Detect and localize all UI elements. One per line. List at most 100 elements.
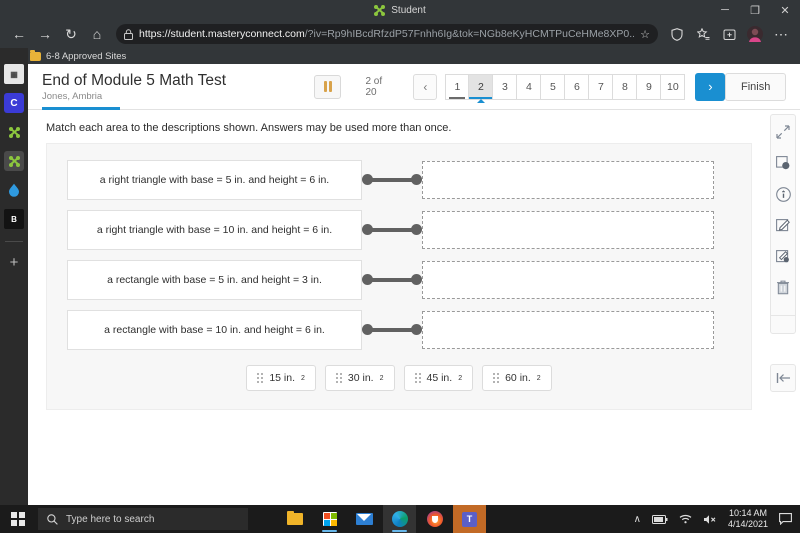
page-number-9[interactable]: 9 [637, 73, 662, 100]
search-placeholder: Type here to search [66, 513, 155, 525]
masteryconnect-active-icon[interactable] [4, 151, 24, 171]
volume-muted-icon[interactable] [703, 514, 717, 525]
connector-dot-right [411, 174, 422, 185]
edge-icon[interactable] [383, 505, 416, 533]
question-prompt: Match each area to the descriptions show… [46, 122, 452, 134]
home-icon[interactable]: ⌂ [84, 21, 110, 47]
file-explorer-icon[interactable] [278, 505, 311, 533]
match-item-2[interactable]: a right triangle with base = 10 in. and … [67, 210, 362, 250]
answer-token-3-label: 45 in. [426, 372, 453, 384]
clock[interactable]: 10:14 AM 4/14/2021 [728, 508, 768, 530]
windows-taskbar: Type here to search T ∧ 10:14 AM 4/14/20… [0, 505, 800, 533]
highlighter-icon[interactable] [774, 247, 792, 265]
answer-token-3[interactable]: 45 in. 2 [403, 365, 474, 391]
answer-token-4[interactable]: 60 in. 2 [482, 365, 552, 391]
page-number-6[interactable]: 6 [565, 73, 590, 100]
notes-edit-icon[interactable] [774, 216, 792, 234]
search-input[interactable]: Type here to search [38, 508, 248, 530]
fullscreen-expand-icon[interactable] [774, 123, 792, 141]
url-path: /?iv=Rp9hIBcdRfzdP57Fnhh6Ig&tok=NGb8eKyH… [304, 28, 635, 40]
answer-token-1[interactable]: 15 in. 2 [246, 365, 316, 391]
reload-icon[interactable]: ↻ [58, 21, 84, 47]
drop-zone-2[interactable] [422, 211, 714, 249]
match-item-1[interactable]: a right triangle with base = 5 in. and h… [67, 160, 362, 200]
connector-bar [367, 278, 417, 282]
match-item-4[interactable]: a rectangle with base = 10 in. and heigh… [67, 310, 362, 350]
info-circle-icon[interactable] [774, 185, 792, 203]
page-content: End of Module 5 Math Test Jones, Ambria … [28, 64, 800, 505]
tool-rail-divider [771, 315, 795, 316]
connector-line-3 [362, 274, 422, 286]
page-number-7[interactable]: 7 [589, 73, 614, 100]
browser-tab[interactable]: Student [0, 0, 800, 20]
title-block: End of Module 5 Math Test Jones, Ambria [42, 72, 298, 102]
masteryconnect-icon[interactable] [4, 122, 24, 142]
connector-line-2 [362, 224, 422, 236]
url-text: https://student.masteryconnect.com/?iv=R… [139, 28, 634, 40]
firefox-icon[interactable] [418, 505, 451, 533]
pause-button[interactable] [314, 74, 342, 99]
answer-token-4-label: 60 in. [505, 372, 531, 384]
minimize-button[interactable]: ─ [710, 0, 740, 20]
connector-line-4 [362, 324, 422, 336]
collections-icon[interactable] [716, 21, 742, 47]
student-name: Jones, Ambria [42, 90, 103, 102]
wifi-icon[interactable] [679, 514, 692, 524]
table-row: a rectangle with base = 5 in. and height… [47, 257, 751, 303]
prev-page-button[interactable]: ‹ [413, 73, 438, 100]
page-number-8[interactable]: 8 [613, 73, 638, 100]
chevron-up-icon[interactable]: ∧ [634, 514, 641, 525]
mail-icon[interactable] [348, 505, 381, 533]
bookmarks-bar: 6-8 Approved Sites [0, 48, 800, 64]
magnifier-tool-icon[interactable] [774, 154, 792, 172]
next-page-button[interactable]: › [695, 72, 726, 101]
close-button[interactable]: ✕ [770, 0, 800, 20]
finish-button[interactable]: Finish [725, 72, 786, 101]
back-icon[interactable]: ← [6, 21, 32, 47]
maximize-button[interactable]: ❐ [740, 0, 770, 20]
drag-handle-icon [414, 373, 421, 383]
page-number-5[interactable]: 5 [541, 73, 566, 100]
page-number-3[interactable]: 3 [493, 73, 518, 100]
page-number-2[interactable]: 2 [469, 73, 494, 103]
match-item-3[interactable]: a rectangle with base = 5 in. and height… [67, 260, 362, 300]
drag-handle-icon [257, 373, 264, 383]
page-number-10[interactable]: 10 [661, 73, 686, 100]
current-page-caret [476, 98, 485, 103]
bitmoji-icon[interactable]: B [4, 209, 24, 229]
settings-more-icon[interactable]: ⋯ [768, 21, 794, 47]
drop-zone-3[interactable] [422, 261, 714, 299]
address-bar[interactable]: https://student.masteryconnect.com/?iv=R… [116, 24, 658, 44]
shield-icon[interactable] [664, 21, 690, 47]
canvas-app-icon[interactable]: C [4, 93, 24, 113]
answer-token-tray: 15 in. 2 30 in. 2 45 in. 2 60 in. 2 [47, 365, 751, 391]
add-app-button[interactable]: + [10, 254, 19, 271]
connector-dot-right [411, 224, 422, 235]
connector-bar [367, 228, 417, 232]
url-host: https://student.masteryconnect.com [139, 28, 305, 40]
start-button[interactable] [0, 505, 36, 533]
bookmark-6-8-approved-sites[interactable]: 6-8 Approved Sites [30, 49, 127, 62]
left-app-rail: ▦ C B + [0, 48, 28, 505]
water-drop-icon[interactable] [4, 180, 24, 200]
page-number-4[interactable]: 4 [517, 73, 542, 100]
profile-avatar[interactable] [742, 21, 768, 47]
notifications-icon[interactable] [779, 513, 792, 525]
favorite-star-icon[interactable]: ☆ [640, 28, 650, 41]
drag-handle-icon [335, 373, 342, 383]
trash-icon[interactable] [774, 278, 792, 296]
forward-icon[interactable]: → [32, 21, 58, 47]
answer-token-1-label: 15 in. [269, 372, 295, 384]
tool-rail [770, 114, 796, 334]
collapse-panel-button[interactable] [770, 364, 796, 392]
battery-icon[interactable] [651, 514, 668, 524]
drop-zone-1[interactable] [422, 161, 714, 199]
teams-icon[interactable]: T [453, 505, 486, 533]
drop-zone-4[interactable] [422, 311, 714, 349]
answer-token-2[interactable]: 30 in. 2 [324, 365, 395, 391]
windows-app-icon[interactable]: ▦ [4, 64, 24, 84]
bookmark-label: 6-8 Approved Sites [46, 50, 127, 62]
favorites-icon[interactable] [690, 21, 716, 47]
page-number-1[interactable]: 1 [445, 73, 470, 100]
microsoft-store-icon[interactable] [313, 505, 346, 533]
